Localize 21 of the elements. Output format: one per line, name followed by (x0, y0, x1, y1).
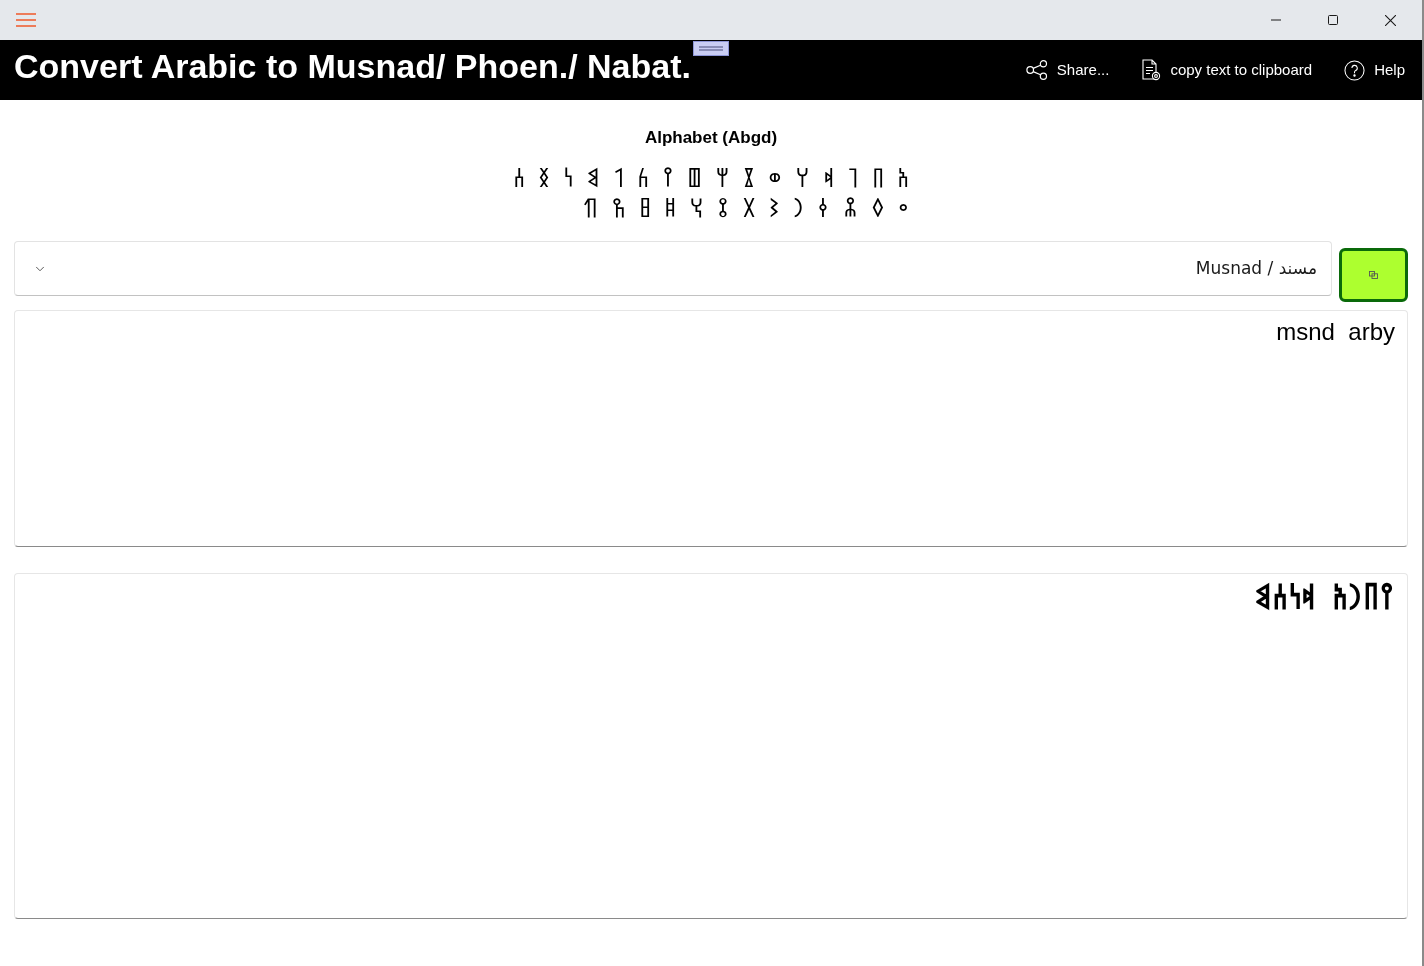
alphabet-letters: 𐩲 𐩰 𐩮 𐩤 𐩧 𐩦 𐩩 𐩻 𐩭 𐩹 𐩳 𐩼 𐩶 (583, 196, 909, 224)
maximize-icon[interactable] (1328, 15, 1338, 25)
help-icon (1344, 59, 1366, 81)
convert-button[interactable] (1339, 248, 1408, 302)
dropdown-value: Musnad / مسند (1195, 256, 1317, 280)
input-field[interactable]: msnd arby (14, 310, 1408, 547)
page-title: Convert Arabic to Musnad/ Phoen./ Nabat. (14, 49, 691, 87)
toolbar-button[interactable]: Share... (1025, 58, 1110, 82)
output-field[interactable]: 𐩺𐩨𐩧𐩱 𐩵𐩬𐩪𐩣 (14, 573, 1408, 919)
alphabet-letters: 𐩱 𐩨 𐩴 𐩵 𐩠 𐩥 𐩸 𐩢 𐩷 𐩺 𐩫 𐩡 𐩣 𐩬 𐩯 𐩪 (513, 166, 909, 194)
output-text: 𐩺𐩨𐩧𐩱 𐩵𐩬𐩪𐩣 (1254, 583, 1395, 615)
grip-handle-icon[interactable] (693, 41, 729, 56)
share-icon (1025, 60, 1048, 80)
close-icon[interactable] (1385, 14, 1396, 26)
script-dropdown[interactable]: Musnad / مسند (14, 241, 1332, 296)
input-text: msnd arby (1276, 318, 1395, 345)
alphabet-title: Alphabet (Abgd) (644, 127, 778, 149)
overlapping-squares-icon (1369, 271, 1378, 279)
document-icon (1141, 59, 1162, 81)
toolbar-button[interactable]: Help (1344, 58, 1405, 82)
toolbar-button[interactable]: copy text to clipboard (1141, 58, 1313, 82)
